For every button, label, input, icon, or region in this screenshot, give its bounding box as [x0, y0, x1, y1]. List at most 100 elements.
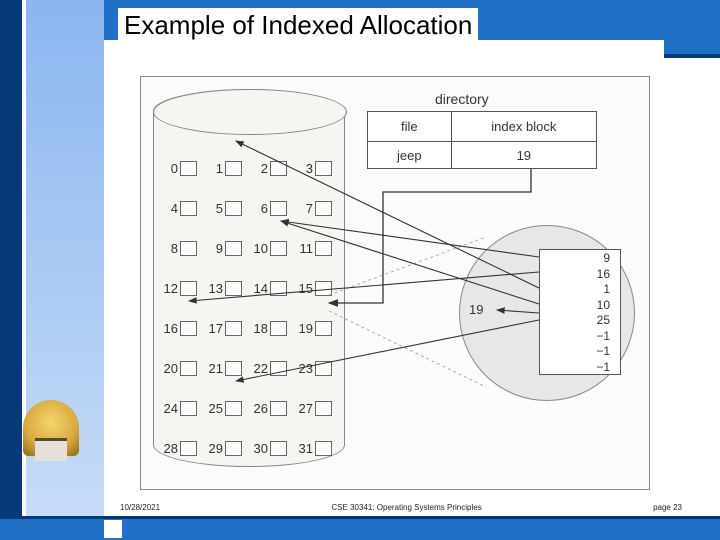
disk-cell: 22 [250, 361, 295, 376]
disk-cell-number: 4 [160, 201, 178, 216]
index-entry: 9 [540, 250, 620, 266]
dir-cell-index: 19 [452, 142, 596, 169]
disk-row: 891011 [160, 228, 340, 268]
disk-cell: 26 [250, 401, 295, 416]
disk-block-icon [225, 321, 242, 336]
disk-block-icon [225, 201, 242, 216]
directory-table: file index block jeep 19 [367, 111, 597, 169]
disk-cell: 25 [205, 401, 250, 416]
disk-block-icon [225, 161, 242, 176]
disk-cell-number: 27 [295, 401, 313, 416]
disk-cell-number: 25 [205, 401, 223, 416]
disk-cell-number: 29 [205, 441, 223, 456]
footer-course: CSE 30341: Operating Systems Principles [331, 503, 481, 512]
disk-cell-number: 19 [295, 321, 313, 336]
disk-cell: 30 [250, 441, 295, 456]
disk-block-icon [270, 241, 287, 256]
disk-cell-number: 30 [250, 441, 268, 456]
dir-cell-file: jeep [368, 142, 452, 169]
disk-cell: 7 [295, 201, 340, 216]
disk-cylinder: 0123456789101112131415161718192021222324… [153, 89, 345, 467]
disk-cell-number: 1 [205, 161, 223, 176]
disk-cell: 17 [205, 321, 250, 336]
disk-cell: 12 [160, 281, 205, 296]
dir-header-file: file [368, 112, 452, 141]
disk-cell-number: 7 [295, 201, 313, 216]
disk-cell: 0 [160, 161, 205, 176]
disk-cell-number: 5 [205, 201, 223, 216]
disk-block-icon [315, 441, 332, 456]
disk-block-icon [315, 241, 332, 256]
disk-cell-number: 13 [205, 281, 223, 296]
disk-block-icon [270, 441, 287, 456]
index-entry: 10 [540, 297, 620, 313]
disk-block-icon [180, 161, 197, 176]
disk-cell: 31 [295, 441, 340, 456]
disk-block-icon [315, 361, 332, 376]
disk-cell-number: 26 [250, 401, 268, 416]
footer-date: 10/28/2021 [120, 503, 160, 512]
index-entry: 25 [540, 312, 620, 328]
disk-block-icon [225, 441, 242, 456]
disk-row: 2021 2223 [160, 348, 340, 388]
disk-cell: 14 [250, 281, 295, 296]
disk-cell: 23 [295, 361, 340, 376]
disk-row: 16 17 1819 [160, 308, 340, 348]
disk-cell: 1 [205, 161, 250, 176]
disk-cell: 13 [205, 281, 250, 296]
disk-cell: 2 [250, 161, 295, 176]
disk-cell: 28 [160, 441, 205, 456]
disk-block-icon [270, 201, 287, 216]
disk-cell-number: 21 [205, 361, 223, 376]
disk-cell-number: 9 [205, 241, 223, 256]
disk-cell: 29 [205, 441, 250, 456]
index-block-contents: 91611025−1−1−1 [539, 249, 621, 375]
slide-title: Example of Indexed Allocation [118, 8, 478, 43]
disk-row: 2829 30 31 [160, 428, 340, 468]
disk-cell-number: 6 [250, 201, 268, 216]
index-entry: 1 [540, 281, 620, 297]
disk-cell-number: 3 [295, 161, 313, 176]
disk-cell: 18 [250, 321, 295, 336]
disk-cell-number: 14 [250, 281, 268, 296]
disk-block-icon [270, 281, 287, 296]
disk-cell-number: 12 [160, 281, 178, 296]
disk-row: 4 5 6 7 [160, 188, 340, 228]
disk-row: 0 1 23 [160, 148, 340, 188]
disk-cell-number: 24 [160, 401, 178, 416]
disk-cell-number: 11 [295, 241, 313, 256]
disk-block-icon [225, 241, 242, 256]
disk-block-icon [180, 441, 197, 456]
directory-label: directory [435, 91, 489, 107]
disk-cell-number: 10 [250, 241, 268, 256]
disk-cell: 24 [160, 401, 205, 416]
disk-cell-number: 16 [160, 321, 178, 336]
index-entry: −1 [540, 328, 620, 344]
disk-block-icon [225, 361, 242, 376]
disk-block-icon [225, 401, 242, 416]
index-entry: 16 [540, 266, 620, 282]
disk-block-icon [270, 401, 287, 416]
disk-cell: 19 [295, 321, 340, 336]
footer-page: page 23 [653, 503, 682, 512]
disk-cell: 11 [295, 241, 340, 256]
index-entry: −1 [540, 343, 620, 359]
footer: 10/28/2021 CSE 30341: Operating Systems … [104, 499, 698, 515]
disk-cell: 21 [205, 361, 250, 376]
disk-block-icon [315, 281, 332, 296]
disk-block-icon [180, 401, 197, 416]
index-entry: −1 [540, 359, 620, 375]
disk-cell: 15 [295, 281, 340, 296]
disk-block-icon [315, 401, 332, 416]
disk-block-icon [180, 321, 197, 336]
disk-block-icon [270, 161, 287, 176]
disk-cell: 9 [205, 241, 250, 256]
disk-cell: 3 [295, 161, 340, 176]
disk-block-icon [270, 361, 287, 376]
disk-cell-number: 0 [160, 161, 178, 176]
disk-block-icon [180, 201, 197, 216]
disk-cell: 20 [160, 361, 205, 376]
disk-row: 12 13 14 15 [160, 268, 340, 308]
disk-cell-number: 17 [205, 321, 223, 336]
dir-header-index: index block [452, 112, 596, 141]
